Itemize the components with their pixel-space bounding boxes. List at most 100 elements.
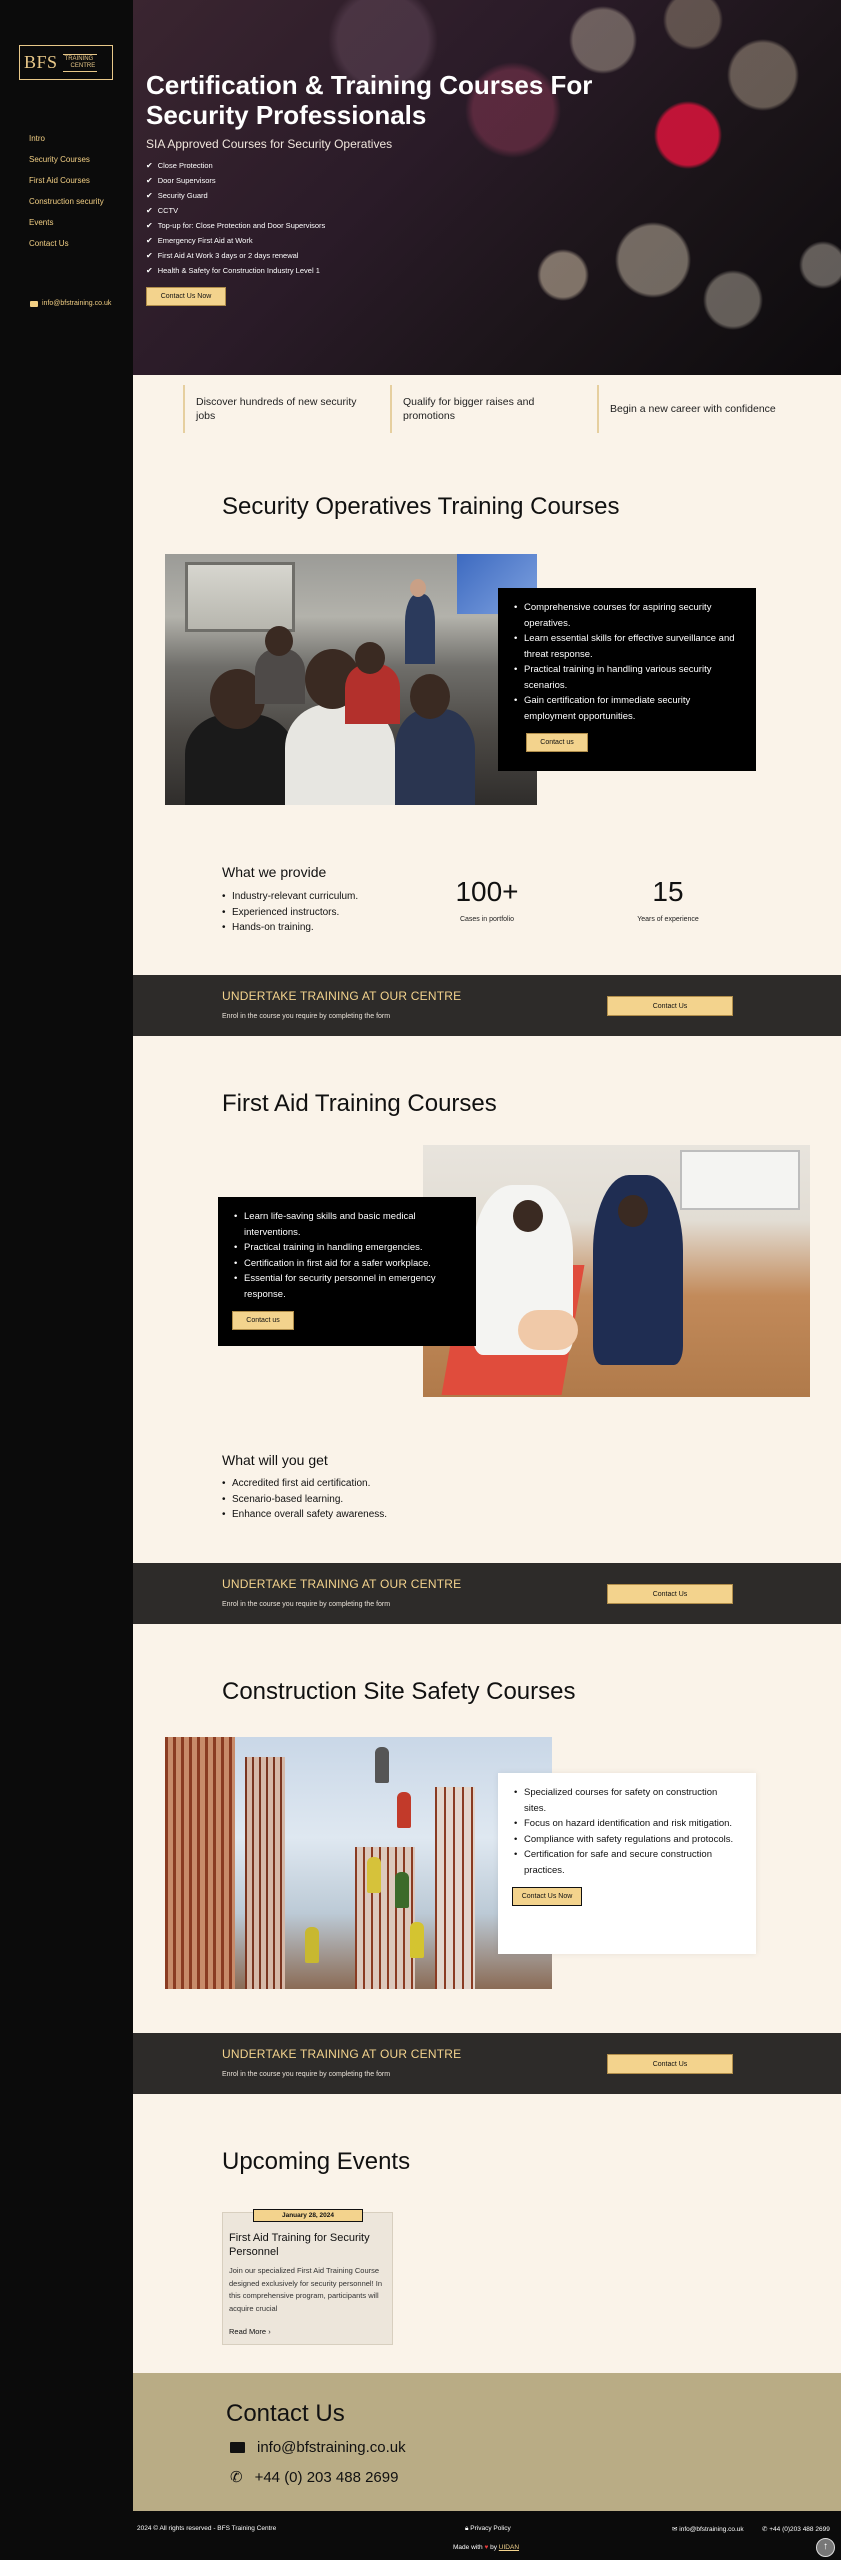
footer-privacy-link[interactable]: 🔒︎ Privacy Policy xyxy=(465,2525,511,2533)
stat-label: Years of experience xyxy=(637,916,699,923)
footer-made-with: Made with ♥ by UIDAN xyxy=(453,2544,520,2551)
cta-subtitle: Enrol in the course you require by compl… xyxy=(222,2071,391,2078)
envelope-icon xyxy=(230,2442,245,2453)
contact-title: Contact Us xyxy=(226,2400,345,2427)
check-icon: ✔ xyxy=(146,191,153,200)
cta-band: UNDERTAKE TRAINING AT OUR CENTRE Enrol i… xyxy=(133,1563,841,1624)
construction-bullet: Specialized courses for safety on constr… xyxy=(512,1785,742,1816)
feature-item: Qualify for bigger raises and promotions xyxy=(390,385,580,433)
check-icon: ✔ xyxy=(146,176,153,185)
contact-email: info@bfstraining.co.uk xyxy=(257,2439,406,2456)
classroom-photo xyxy=(165,554,537,805)
features-row: Discover hundreds of new security jobs Q… xyxy=(183,385,803,435)
hero-checklist-item: ✔ CCTV xyxy=(146,205,325,220)
hero-checklist-item: ✔ Security Guard xyxy=(146,190,325,205)
check-icon: ✔ xyxy=(146,206,153,215)
cta-contact-button[interactable]: Contact Us xyxy=(607,996,733,1016)
provide-title: What we provide xyxy=(222,864,327,880)
firstaid-bullet: Certification in first aid for a safer w… xyxy=(232,1256,462,1272)
hero-checklist-item: ✔ Door Supervisors xyxy=(146,175,325,190)
check-icon: ✔ xyxy=(146,221,153,230)
event-card[interactable]: January 28, 2024 First Aid Training for … xyxy=(222,2209,393,2345)
footer-copyright: 2024 © All rights reserved - BFS Trainin… xyxy=(137,2525,277,2532)
stat-number: 15 xyxy=(652,876,684,907)
event-description: Join our specialized First Aid Training … xyxy=(229,2266,382,2313)
provide-list: Industry-relevant curriculum. Experience… xyxy=(222,889,358,936)
nav-item-first-aid-courses[interactable]: First Aid Courses xyxy=(29,175,104,196)
security-bullet: Comprehensive courses for aspiring secur… xyxy=(512,600,742,631)
nav-item-security-courses[interactable]: Security Courses xyxy=(29,154,104,175)
event-title: First Aid Training for Security Personne… xyxy=(229,2232,370,2258)
security-bullets: Comprehensive courses for aspiring secur… xyxy=(512,600,742,724)
first-aid-photo xyxy=(423,1145,810,1397)
cta-contact-button[interactable]: Contact Us xyxy=(607,2054,733,2074)
cta-band: UNDERTAKE TRAINING AT OUR CENTRE Enrol i… xyxy=(133,2033,841,2094)
firstaid-bullet: Essential for security personnel in emer… xyxy=(232,1271,462,1302)
cta-band: UNDERTAKE TRAINING AT OUR CENTRE Enrol i… xyxy=(133,975,841,1036)
hero-checklist-item: ✔ Close Protection xyxy=(146,160,325,175)
hero-subtitle: SIA Approved Courses for Security Operat… xyxy=(146,137,393,151)
firstaid-info-card: Learn life-saving skills and basic medic… xyxy=(218,1197,476,1346)
nav-item-construction-security[interactable]: Construction security xyxy=(29,196,104,217)
provide-item: Experienced instructors. xyxy=(222,905,358,921)
cta-subtitle: Enrol in the course you require by compl… xyxy=(222,1013,391,1020)
hero-checklist-item: ✔ Health & Safety for Construction Indust… xyxy=(146,265,325,280)
cta-title: UNDERTAKE TRAINING AT OUR CENTRE xyxy=(222,1577,462,1591)
get-item: Accredited first aid certification. xyxy=(222,1476,387,1492)
nav-item-events[interactable]: Events xyxy=(29,217,104,238)
hero-checklist: ✔ Close Protection ✔ Door Supervisors ✔ Sec… xyxy=(146,160,325,280)
construction-bullet: Compliance with safety regulations and p… xyxy=(512,1832,742,1848)
security-info-card: Comprehensive courses for aspiring secur… xyxy=(498,588,756,771)
cta-contact-button[interactable]: Contact Us xyxy=(607,1584,733,1604)
nav-item-intro[interactable]: Intro xyxy=(29,133,104,154)
stat-label: Cases in portfolio xyxy=(459,916,515,923)
sidebar-nav: Intro Security Courses First Aid Courses… xyxy=(29,133,104,259)
logo-sub-text: TRAINING CENTRE xyxy=(62,53,98,72)
firstaid-contact-button[interactable]: Contact us xyxy=(232,1311,294,1330)
security-contact-button[interactable]: Contact us xyxy=(526,733,588,752)
provide-item: Hands-on training. xyxy=(222,920,358,936)
event-date-badge: January 28, 2024 xyxy=(253,2209,363,2222)
contact-email-row[interactable]: info@bfstraining.co.uk xyxy=(230,2439,406,2456)
sidebar-email-link[interactable]: info@bfstraining.co.uk xyxy=(30,300,111,307)
cta-title: UNDERTAKE TRAINING AT OUR CENTRE xyxy=(222,989,462,1003)
get-item: Scenario-based learning. xyxy=(222,1492,387,1508)
firstaid-bullet: Learn life-saving skills and basic medic… xyxy=(232,1209,462,1240)
construction-contact-button[interactable]: Contact Us Now xyxy=(512,1887,582,1906)
lock-icon: 🔒︎ xyxy=(465,2525,469,2532)
phone-icon: ✆ xyxy=(230,2469,243,2486)
contact-phone-row[interactable]: ✆ +44 (0) 203 488 2699 xyxy=(230,2468,398,2487)
footer-phone-link[interactable]: ✆ +44 (0)203 488 2699 xyxy=(762,2525,830,2533)
footer-email-link[interactable]: ✉ info@bfstraining.co.uk xyxy=(672,2525,744,2533)
security-bullet: Gain certification for immediate securit… xyxy=(512,693,742,724)
stat-cases: 100+ Cases in portfolio xyxy=(427,876,547,923)
hero-checklist-item: ✔ Emergency First Aid at Work xyxy=(146,235,325,250)
nav-item-contact-us[interactable]: Contact Us xyxy=(29,238,104,259)
construction-info-card: Specialized courses for safety on constr… xyxy=(498,1773,756,1954)
get-title: What will you get xyxy=(222,1452,328,1468)
event-read-more-link[interactable]: Read More › xyxy=(229,2327,271,2336)
back-to-top-button[interactable]: ↑ xyxy=(816,2538,835,2557)
check-icon: ✔ xyxy=(146,161,153,170)
hero-contact-button[interactable]: Contact Us Now xyxy=(146,287,226,306)
hero-section: Certification & Training Courses For Sec… xyxy=(133,0,841,375)
get-item: Enhance overall safety awareness. xyxy=(222,1507,387,1523)
stat-years: 15 Years of experience xyxy=(608,876,728,923)
brand-logo[interactable]: BFS TRAINING CENTRE xyxy=(19,45,113,80)
get-list: Accredited first aid certification. Scen… xyxy=(222,1476,387,1523)
logo-main-text: BFS xyxy=(24,52,58,72)
check-icon: ✔ xyxy=(146,251,153,260)
feature-item: Discover hundreds of new security jobs xyxy=(183,385,373,433)
chevron-right-icon: › xyxy=(268,2327,271,2336)
firstaid-bullets: Learn life-saving skills and basic medic… xyxy=(232,1209,462,1302)
construction-bullets: Specialized courses for safety on constr… xyxy=(512,1785,742,1878)
hero-title: Certification & Training Courses For Sec… xyxy=(146,70,593,130)
firstaid-bullet: Practical training in handling emergenci… xyxy=(232,1240,462,1256)
security-bullet: Practical training in handling various s… xyxy=(512,662,742,693)
cta-subtitle: Enrol in the course you require by compl… xyxy=(222,1601,391,1608)
construction-photo xyxy=(165,1737,552,1989)
footer-author-link[interactable]: UIDAN xyxy=(499,2544,519,2551)
footer: 2024 © All rights reserved - BFS Trainin… xyxy=(0,2511,841,2560)
envelope-icon: ✉ xyxy=(672,2526,678,2533)
hero-checklist-item: ✔ Top-up for: Close Protection and Door S… xyxy=(146,220,325,235)
